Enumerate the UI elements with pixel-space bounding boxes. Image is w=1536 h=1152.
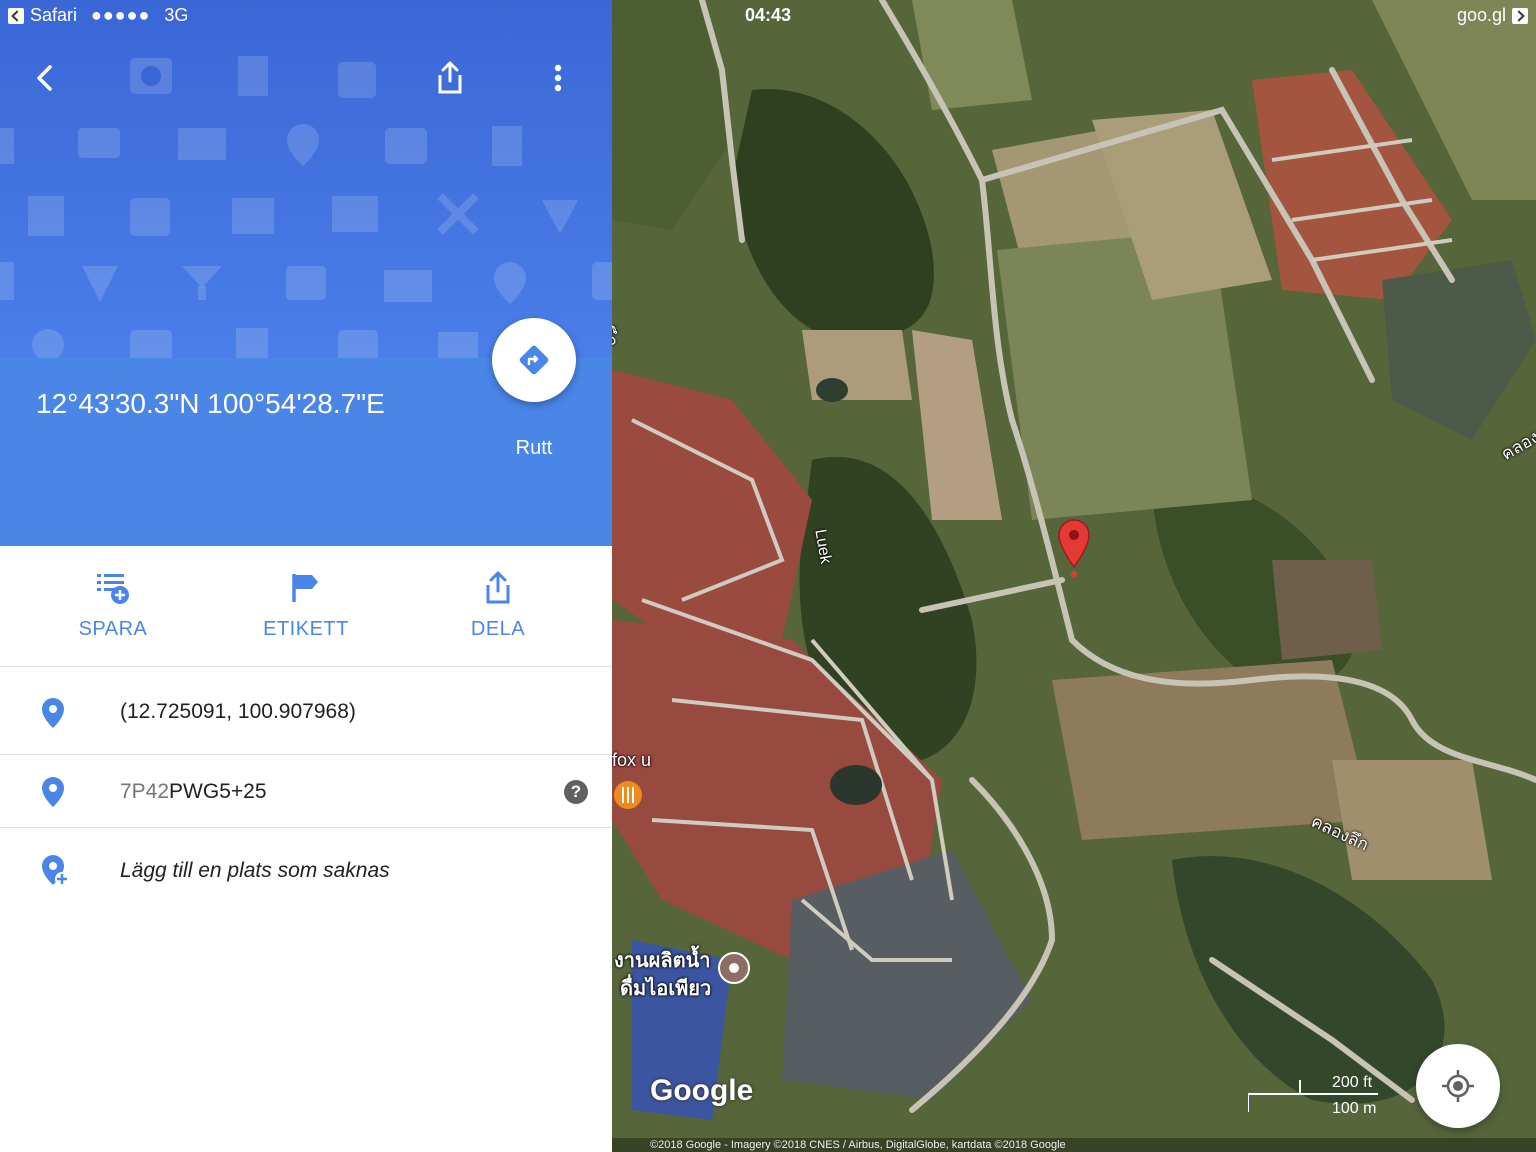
save-list-icon xyxy=(97,574,129,604)
map-copyright: ©2018 Google - Imagery ©2018 CNES / Airb… xyxy=(612,1138,1536,1152)
flag-icon xyxy=(292,574,318,602)
add-missing-place-text: Lägg till en plats som saknas xyxy=(120,859,390,882)
label-button[interactable]: ETIKETT xyxy=(226,546,386,666)
map-label-thai-place-2: ดื่มไอเพียว xyxy=(620,978,712,1000)
map-scale: 200 ft 100 m xyxy=(1248,1074,1388,1124)
latlng-row[interactable]: (12.725091, 100.907968) xyxy=(0,667,612,755)
latlng-text: (12.725091, 100.907968) xyxy=(120,700,356,723)
help-icon[interactable]: ? xyxy=(564,780,588,804)
more-vert-icon xyxy=(554,64,562,92)
pluscode-text: 7P42PWG5+25 xyxy=(120,780,267,804)
save-button[interactable]: SPARA xyxy=(33,546,193,666)
label-label: ETIKETT xyxy=(263,618,349,640)
my-location-icon xyxy=(1442,1070,1474,1102)
map-imagery xyxy=(612,0,1536,1152)
pluscode-main: PWG5+25 xyxy=(169,780,267,803)
share-icon xyxy=(438,61,462,94)
route-label: Rutt xyxy=(515,437,553,459)
location-pin-icon xyxy=(42,698,64,728)
my-location-button[interactable] xyxy=(1416,1044,1500,1128)
save-label: SPARA xyxy=(78,618,148,640)
scale-meters: 100 m xyxy=(1332,1100,1377,1117)
scale-feet: 200 ft xyxy=(1332,1074,1373,1091)
add-missing-place-row[interactable]: Lägg till en plats som saknas xyxy=(0,828,612,914)
google-logo: Google xyxy=(650,1074,754,1107)
place-title: 12°43'30.3"N 100°54'28.7"E xyxy=(36,388,385,419)
share-header-button[interactable] xyxy=(426,54,474,102)
satellite-map[interactable]: Luek fox u งานผลิตน้ำ ดื่มไอเพียว คลองลึ… xyxy=(612,0,1536,1152)
share-icon xyxy=(486,571,510,604)
url-hint[interactable]: goo.gl xyxy=(1457,5,1506,26)
category-pattern xyxy=(0,56,612,358)
pluscode-row[interactable]: 7P42PWG5+25 ? xyxy=(0,755,612,828)
share-label: DELA xyxy=(470,618,526,640)
forward-icon[interactable] xyxy=(1512,7,1528,24)
place-hero-banner xyxy=(0,0,612,358)
place-panel: 12°43'30.3"N 100°54'28.7"E Rutt SPARA ET… xyxy=(0,0,612,1152)
share-button[interactable]: DELA xyxy=(418,546,578,666)
status-time: 04:43 xyxy=(744,5,792,25)
back-button[interactable] xyxy=(22,54,70,102)
back-arrow-icon xyxy=(37,65,52,91)
more-options-button[interactable] xyxy=(534,54,582,102)
status-right: goo.gl xyxy=(1457,5,1528,26)
pluscode-prefix: 7P42 xyxy=(120,780,170,803)
action-bar: SPARA ETIKETT DELA xyxy=(0,546,612,667)
directions-icon xyxy=(519,345,549,375)
add-location-icon xyxy=(42,855,69,886)
map-label-fox: fox u xyxy=(612,750,652,770)
location-pin-icon xyxy=(42,777,64,807)
status-bar: Safari ●●●●● 3G 04:43 goo.gl xyxy=(0,0,1536,32)
route-button[interactable] xyxy=(492,318,576,402)
